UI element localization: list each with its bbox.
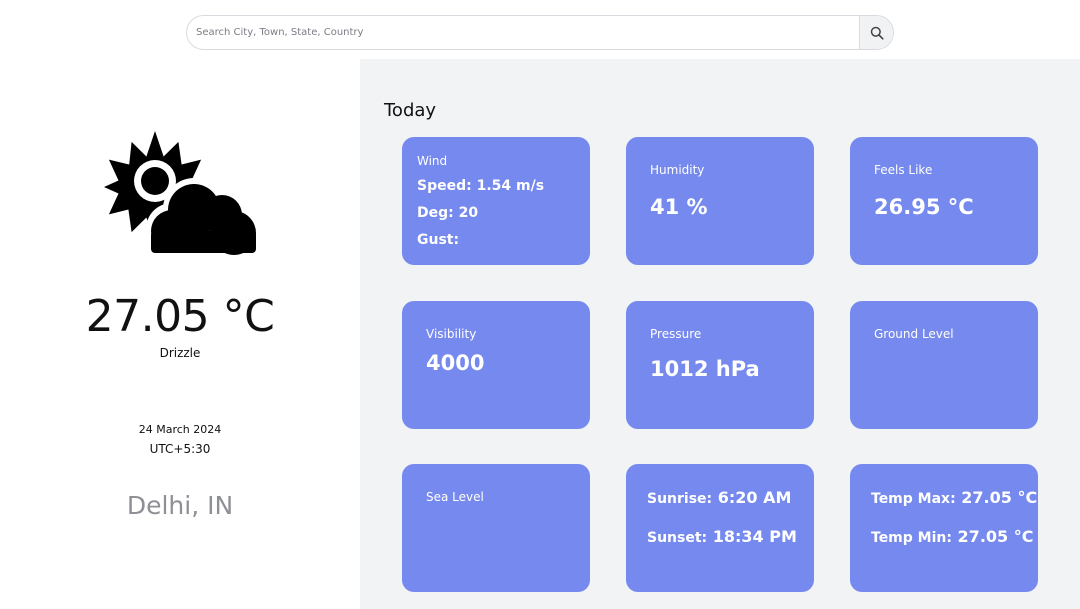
today-panel: Today Wind Speed: 1.54 m/s Deg: 20 Gust:… [360, 59, 1080, 609]
pressure-label: Pressure [650, 327, 702, 341]
current-temperature: 27.05 °C [85, 291, 275, 342]
temp-max: Temp Max: 27.05 °C [871, 488, 1037, 507]
pressure-value: 1012 hPa [650, 357, 760, 381]
visibility-value: 4000 [426, 351, 485, 375]
search-bar [186, 15, 894, 50]
sunrise-label: Sunrise: [647, 491, 713, 507]
temp-max-value: 27.05 °C [961, 488, 1038, 507]
humidity-value: 41 % [650, 195, 708, 219]
wind-gust: Gust: [417, 232, 460, 248]
sea-level-card: Sea Level [402, 464, 590, 592]
search-icon [870, 26, 884, 40]
sun-behind-cloud-icon [104, 131, 258, 257]
current-date: 24 March 2024 [138, 423, 222, 436]
wind-label: Wind [417, 154, 448, 168]
temp-min: Temp Min: 27.05 °C [871, 527, 1033, 546]
search-button[interactable] [859, 16, 893, 49]
temp-min-label: Temp Min: [871, 530, 952, 546]
temp-min-value: 27.05 °C [957, 527, 1034, 546]
ground-level-card: Ground Level [850, 301, 1038, 429]
sea-level-label: Sea Level [426, 490, 484, 504]
sunrise: Sunrise: 6:20 AM [647, 488, 791, 507]
wind-degree: Deg: 20 [417, 205, 479, 221]
sunrise-value: 6:20 AM [717, 488, 792, 507]
sunset-value: 18:34 PM [712, 527, 797, 546]
feels-like-card: Feels Like 26.95 °C [850, 137, 1038, 265]
sunset-label: Sunset: [647, 530, 708, 546]
visibility-label: Visibility [426, 327, 477, 341]
pressure-card: Pressure 1012 hPa [626, 301, 814, 429]
sunset: Sunset: 18:34 PM [647, 527, 797, 546]
location-name: Delhi, IN [126, 491, 234, 520]
visibility-card: Visibility 4000 [402, 301, 590, 429]
timezone: UTC+5:30 [149, 442, 211, 456]
weather-condition: Drizzle [159, 346, 201, 360]
wind-card: Wind Speed: 1.54 m/s Deg: 20 Gust: [402, 137, 590, 265]
feels-like-value: 26.95 °C [874, 195, 974, 219]
wind-speed: Speed: 1.54 m/s [417, 178, 545, 194]
temp-range-card: Temp Max: 27.05 °C Temp Min: 27.05 °C [850, 464, 1038, 592]
search-input[interactable] [187, 16, 861, 49]
humidity-label: Humidity [650, 163, 705, 177]
sun-times-card: Sunrise: 6:20 AM Sunset: 18:34 PM [626, 464, 814, 592]
section-title: Today [384, 100, 437, 121]
feels-like-label: Feels Like [874, 163, 933, 177]
humidity-card: Humidity 41 % [626, 137, 814, 265]
current-weather-panel: 27.05 °C Drizzle 24 March 2024 UTC+5:30 … [0, 59, 360, 609]
temp-max-label: Temp Max: [871, 491, 956, 507]
ground-level-label: Ground Level [874, 327, 954, 341]
